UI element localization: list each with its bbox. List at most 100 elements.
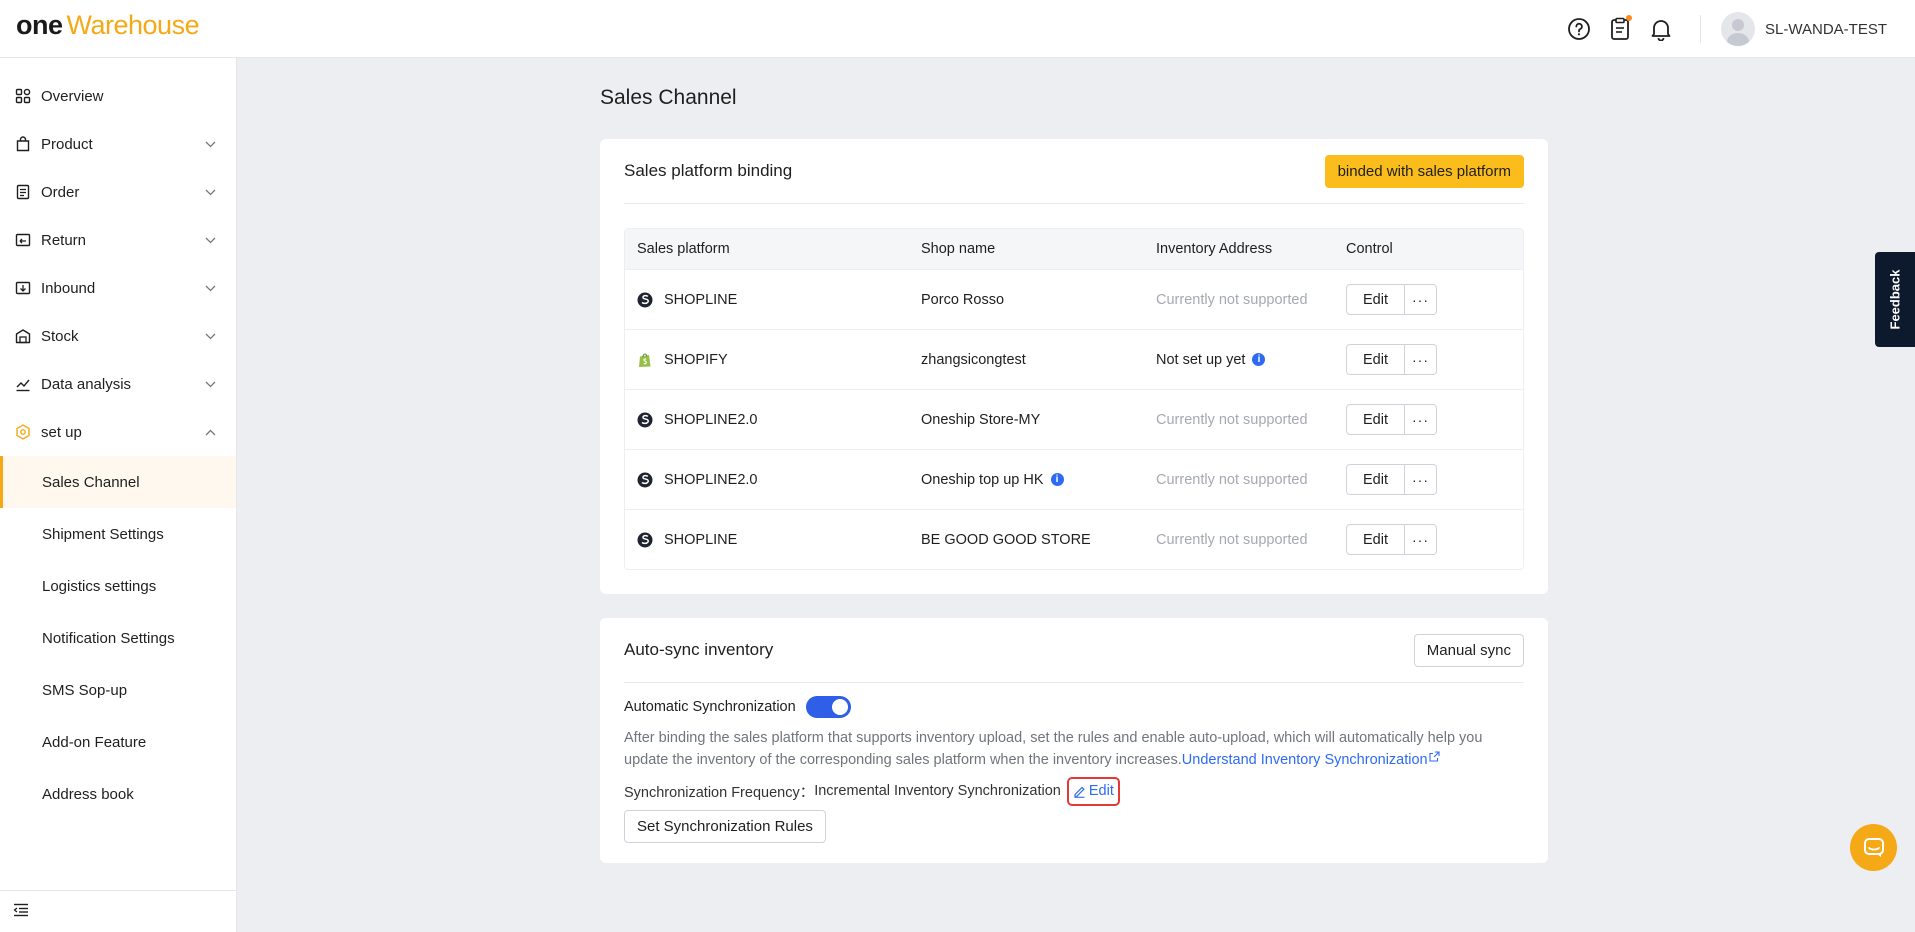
external-link-icon	[1429, 751, 1440, 762]
inventory-address: Not set up yet	[1156, 351, 1246, 368]
feedback-label: Feedback	[1887, 269, 1903, 330]
platform-name: SHOPIFY	[664, 351, 728, 368]
sidebar-item-inbound[interactable]: Inbound	[0, 264, 236, 312]
info-icon[interactable]: i	[1252, 353, 1266, 366]
sidebar-subitem-sms-sop-up[interactable]: SMS Sop-up	[0, 664, 236, 716]
logo-one: one	[16, 10, 63, 40]
sidebar-collapse[interactable]	[0, 890, 237, 932]
more-options-button[interactable]: ···	[1405, 464, 1437, 495]
shopline-icon	[637, 532, 653, 548]
column-header-address: Inventory Address	[1156, 241, 1273, 257]
product-icon	[14, 136, 31, 153]
column-header-platform: Sales platform	[637, 241, 730, 257]
more-options-button[interactable]: ···	[1405, 344, 1437, 375]
chevron-down-icon	[204, 138, 216, 150]
table-row: SHOPLINE2.0 Oneship top up HK i Currentl…	[625, 449, 1523, 509]
set-sync-rules-button[interactable]: Set Synchronization Rules	[624, 810, 826, 843]
platform-cell: SHOPLINE2.0	[625, 412, 921, 428]
edit-button[interactable]: Edit	[1346, 464, 1405, 495]
collapse-menu-icon[interactable]	[13, 903, 29, 921]
understand-sync-link[interactable]: Understand Inventory Synchronization	[1182, 751, 1440, 768]
inventory-address: Currently not supported	[1156, 471, 1308, 488]
sidebar-item-overview[interactable]: Overview	[0, 72, 236, 120]
more-options-button[interactable]: ···	[1405, 284, 1437, 315]
sidebar-subitem-notification-settings[interactable]: Notification Settings	[0, 612, 236, 664]
top-bar: one Warehouse SL-WANDA-TEST	[0, 0, 1915, 58]
header-divider	[1700, 15, 1702, 43]
shopline-icon	[637, 292, 653, 308]
binding-card-title: Sales platform binding	[624, 161, 793, 180]
manual-sync-button[interactable]: Manual sync	[1413, 633, 1524, 667]
column-header-control: Control	[1346, 241, 1393, 257]
sidebar-item-label: Inbound	[41, 279, 96, 297]
column-header-shop: Shop name	[921, 241, 996, 257]
sidebar-subitem-logistics-settings[interactable]: Logistics settings	[0, 560, 236, 612]
sidebar-subitem-sales-channel[interactable]: Sales Channel	[0, 456, 236, 508]
auto-sync-row: Automatic Synchronization	[624, 695, 1524, 719]
edit-button[interactable]: Edit	[1346, 404, 1405, 435]
platform-cell: SHOPIFY	[625, 352, 921, 368]
platform-table: Sales platform Shop name Inventory Addre…	[624, 228, 1524, 570]
chevron-down-icon	[204, 378, 216, 390]
sidebar-item-product[interactable]: Product	[0, 120, 236, 168]
inbound-icon	[14, 280, 31, 297]
user-menu[interactable]: SL-WANDA-TEST	[1721, 12, 1887, 46]
row-controls: Edit ···	[1346, 344, 1523, 375]
sidebar-subitem-address-book[interactable]: Address book	[0, 768, 236, 820]
sidebar-item-label: Overview	[41, 87, 104, 105]
platform-name: SHOPLINE	[664, 291, 738, 308]
shopline-icon	[637, 412, 653, 428]
help-icon[interactable]	[1565, 15, 1593, 43]
top-icons: SL-WANDA-TEST	[1565, 0, 1915, 58]
sidebar-item-order[interactable]: Order	[0, 168, 236, 216]
edit-button[interactable]: Edit	[1346, 344, 1405, 375]
overview-icon	[14, 88, 31, 105]
inventory-address: Currently not supported	[1156, 531, 1308, 548]
auto-sync-label: Automatic Synchronization	[624, 699, 796, 715]
platform-name: SHOPLINE2.0	[664, 411, 758, 428]
order-icon	[14, 184, 31, 201]
info-icon[interactable]: i	[1050, 473, 1064, 486]
platform-cell: SHOPLINE2.0	[625, 472, 921, 488]
chat-icon	[1863, 837, 1884, 857]
sidebar-item-return[interactable]: Return	[0, 216, 236, 264]
sidebar-subitem-add-on-feature[interactable]: Add-on Feature	[0, 716, 236, 768]
platform-cell: SHOPLINE	[625, 292, 921, 308]
inventory-address-cell: Not set up yet i	[1156, 352, 1346, 368]
sync-frequency-edit-button[interactable]: Edit	[1066, 776, 1120, 806]
edit-button[interactable]: Edit	[1346, 284, 1405, 315]
shop-name-cell: Oneship top up HK i	[921, 472, 1156, 488]
more-options-button[interactable]: ···	[1405, 404, 1437, 435]
more-options-button[interactable]: ···	[1405, 524, 1437, 555]
auto-sync-card: Auto-sync inventory Manual sync Automati…	[600, 618, 1548, 863]
feedback-tab[interactable]: Feedback	[1875, 252, 1915, 347]
sync-body: Automatic Synchronization After binding …	[600, 683, 1548, 843]
shopline-icon	[637, 472, 653, 488]
sidebar-item-label: Return	[41, 231, 87, 249]
inventory-address: Currently not supported	[1156, 291, 1308, 308]
page-title: Sales Channel	[600, 86, 737, 109]
table-header: Sales platform Shop name Inventory Addre…	[625, 229, 1523, 269]
sidebar-item-stock[interactable]: Stock	[0, 312, 236, 360]
chevron-down-icon	[204, 186, 216, 198]
platform-name: SHOPLINE2.0	[664, 471, 758, 488]
bind-sales-platform-button[interactable]: binded with sales platform	[1324, 154, 1524, 188]
sidebar-item-setup[interactable]: set up	[0, 408, 236, 456]
sidebar-item-data-analysis[interactable]: Data analysis	[0, 360, 236, 408]
logo[interactable]: one Warehouse	[16, 10, 200, 46]
row-controls: Edit ···	[1346, 284, 1523, 315]
chat-button[interactable]	[1850, 824, 1897, 871]
sidebar-item-label: Data analysis	[41, 375, 132, 393]
shop-name: Oneship top up HK	[921, 471, 1044, 488]
notification-dot	[1626, 15, 1633, 21]
edit-button[interactable]: Edit	[1346, 524, 1405, 555]
auto-sync-toggle[interactable]	[805, 696, 851, 718]
clipboard-icon[interactable]	[1606, 15, 1634, 43]
bell-icon[interactable]	[1647, 15, 1675, 43]
chevron-down-icon	[204, 282, 216, 294]
row-controls: Edit ···	[1346, 524, 1523, 555]
sales-platform-binding-card: Sales platform binding binded with sales…	[600, 139, 1548, 594]
sidebar-subitem-shipment-settings[interactable]: Shipment Settings	[0, 508, 236, 560]
sidebar-item-label: set up	[41, 423, 82, 441]
return-icon	[14, 232, 31, 249]
